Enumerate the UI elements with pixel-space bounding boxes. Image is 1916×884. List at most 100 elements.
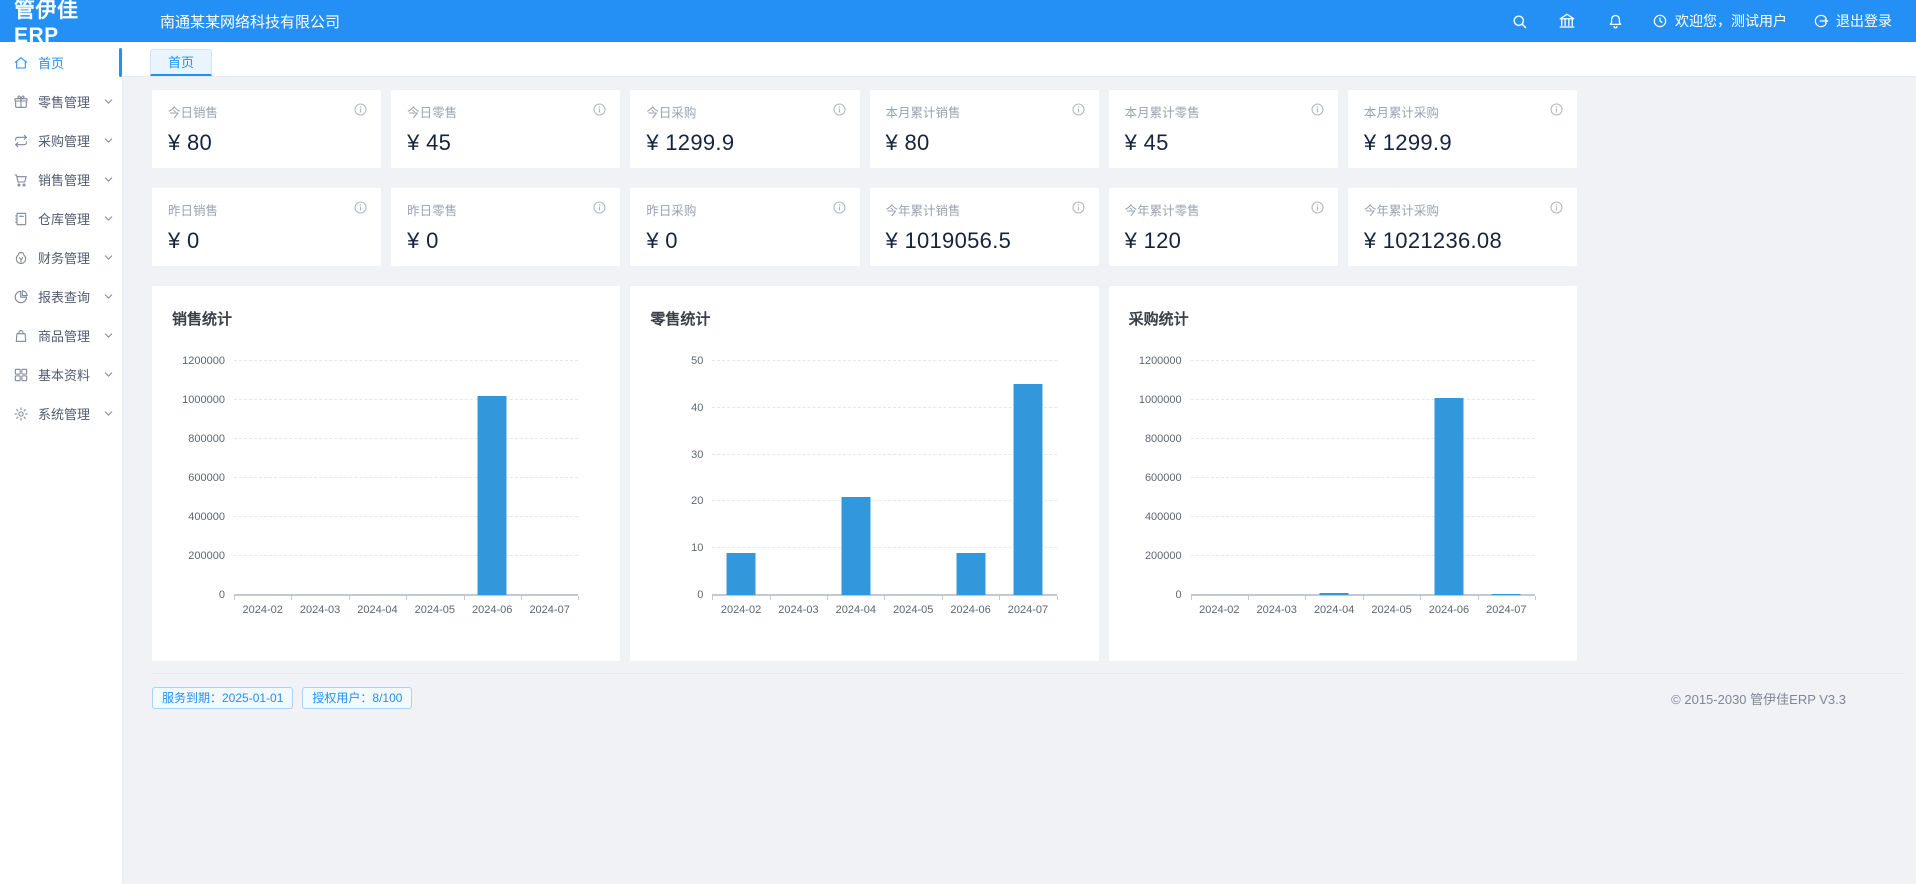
x-axis-tick [406,596,407,600]
x-axis-tick [999,596,1000,600]
bar-2024-06[interactable] [478,396,507,595]
x-axis-tick [942,596,943,600]
chevron-down-icon [103,369,114,380]
stat-card-value: ¥ 80 [168,130,365,156]
repeat-icon [13,133,29,149]
footer-badges: 服务到期：2025-01-01 授权用户：8/100 [152,687,412,709]
x-axis-label: 2024-06 [472,604,512,616]
chart-x-axis: 2024-022024-032024-042024-052024-062024-… [712,596,1056,622]
bank-icon[interactable] [1550,4,1584,38]
chart-panel: 零售统计 01020304050 2024-022024-032024-0420… [630,286,1098,661]
user-welcome[interactable]: 欢迎您，测试用户 [1646,4,1793,38]
stat-card-title: 本月累计销售 [886,102,1083,121]
stat-card-title: 昨日销售 [168,200,365,219]
info-icon[interactable] [1310,200,1325,215]
chart-title: 采购统计 [1129,308,1557,329]
sidebar-item-home[interactable]: 首页 [0,43,122,82]
sidebar-item-label: 仓库管理 [38,209,90,228]
info-icon[interactable] [1071,102,1086,117]
sidebar-item-label: 销售管理 [38,170,90,189]
bar-2024-06[interactable] [1434,398,1463,595]
bar-2024-04[interactable] [841,497,870,595]
y-axis-tick-label: 50 [691,355,703,367]
sidebar-item-label: 系统管理 [38,404,90,423]
info-icon[interactable] [1549,102,1564,117]
x-axis-label: 2024-02 [243,604,283,616]
x-axis-tick [1191,596,1192,600]
sidebar-item-bag[interactable]: 商品管理 [0,316,122,355]
footer: 服务到期：2025-01-01 授权用户：8/100 © 2015-2030 管… [152,673,1904,709]
chevron-down-icon [103,135,114,146]
sidebar-item-cart[interactable]: 销售管理 [0,160,122,199]
info-icon[interactable] [592,200,607,215]
stat-card-title: 今年累计采购 [1364,200,1561,219]
info-icon[interactable] [1071,200,1086,215]
logout-button[interactable]: 退出登录 [1807,4,1898,38]
stat-card-value: ¥ 0 [407,228,604,254]
sidebar-item-wallet[interactable]: 财务管理 [0,238,122,277]
bar-2024-06[interactable] [956,553,985,595]
sidebar-item-gift[interactable]: 零售管理 [0,82,122,121]
bell-icon[interactable] [1598,4,1632,38]
x-axis-label: 2024-02 [1199,604,1239,616]
tab-home[interactable]: 首页 [150,49,212,76]
info-icon[interactable] [1549,200,1564,215]
y-axis-tick-label: 400000 [188,511,225,523]
chart-x-axis: 2024-022024-032024-042024-052024-062024-… [234,596,578,622]
x-axis-label: 2024-04 [357,604,397,616]
gridline [234,555,578,556]
bar-2024-07[interactable] [1013,384,1042,595]
x-axis-label: 2024-06 [1429,604,1469,616]
stat-card-title: 昨日零售 [407,200,604,219]
sidebar-item-pie-chart[interactable]: 报表查询 [0,277,122,316]
info-icon[interactable] [832,200,847,215]
x-axis-tick [1305,596,1306,600]
notebook-icon [13,211,29,227]
x-axis-label: 2024-07 [1486,604,1526,616]
sidebar-item-notebook[interactable]: 仓库管理 [0,199,122,238]
stat-card: 今日采购 ¥ 1299.9 [630,90,859,168]
sidebar-item-gear[interactable]: 系统管理 [0,394,122,433]
search-icon[interactable] [1502,4,1536,38]
stat-card-title: 今日零售 [407,102,604,121]
gridline [712,500,1056,501]
chart-plot: 020000040000060000080000010000001200000 [234,361,578,595]
sidebar-item-grid[interactable]: 基本资料 [0,355,122,394]
chevron-down-icon [103,252,114,263]
chart-x-axis: 2024-022024-032024-042024-052024-062024-… [1191,596,1535,622]
stat-card-value: ¥ 120 [1125,228,1322,254]
tab-bar: 首页 [122,42,1916,77]
logout-label: 退出登录 [1836,11,1892,31]
x-axis-label: 2024-03 [1257,604,1297,616]
bar-2024-07[interactable] [1492,594,1521,595]
y-axis-tick-label: 10 [691,542,703,554]
service-expiry-badge: 服务到期：2025-01-01 [152,687,293,709]
chevron-down-icon [103,174,114,185]
bar-2024-04[interactable] [1320,593,1349,595]
gridline [234,438,578,439]
info-icon[interactable] [592,102,607,117]
sidebar-item-repeat[interactable]: 采购管理 [0,121,122,160]
x-axis-tick [578,596,579,600]
info-icon[interactable] [832,102,847,117]
stat-card: 本月累计采购 ¥ 1299.9 [1348,90,1577,168]
y-axis-tick-label: 30 [691,449,703,461]
info-icon[interactable] [1310,102,1325,117]
bar-2024-02[interactable] [727,553,756,595]
y-axis-tick-label: 1000000 [1139,394,1182,406]
stat-card-title: 今日销售 [168,102,365,121]
stat-card: 本月累计销售 ¥ 80 [870,90,1099,168]
gridline [1191,360,1535,361]
info-icon[interactable] [353,200,368,215]
bag-icon [13,328,29,344]
welcome-text: 欢迎您，测试用户 [1675,11,1787,31]
stat-card-value: ¥ 45 [1125,130,1322,156]
gridline [712,547,1056,548]
x-axis-tick [1420,596,1421,600]
x-axis-label: 2024-03 [300,604,340,616]
chart-panel: 采购统计 02000004000006000008000001000000120… [1109,286,1577,661]
x-axis-label: 2024-03 [778,604,818,616]
sidebar-item-label: 财务管理 [38,248,90,267]
info-icon[interactable] [353,102,368,117]
chart-plot: 01020304050 [712,361,1056,595]
